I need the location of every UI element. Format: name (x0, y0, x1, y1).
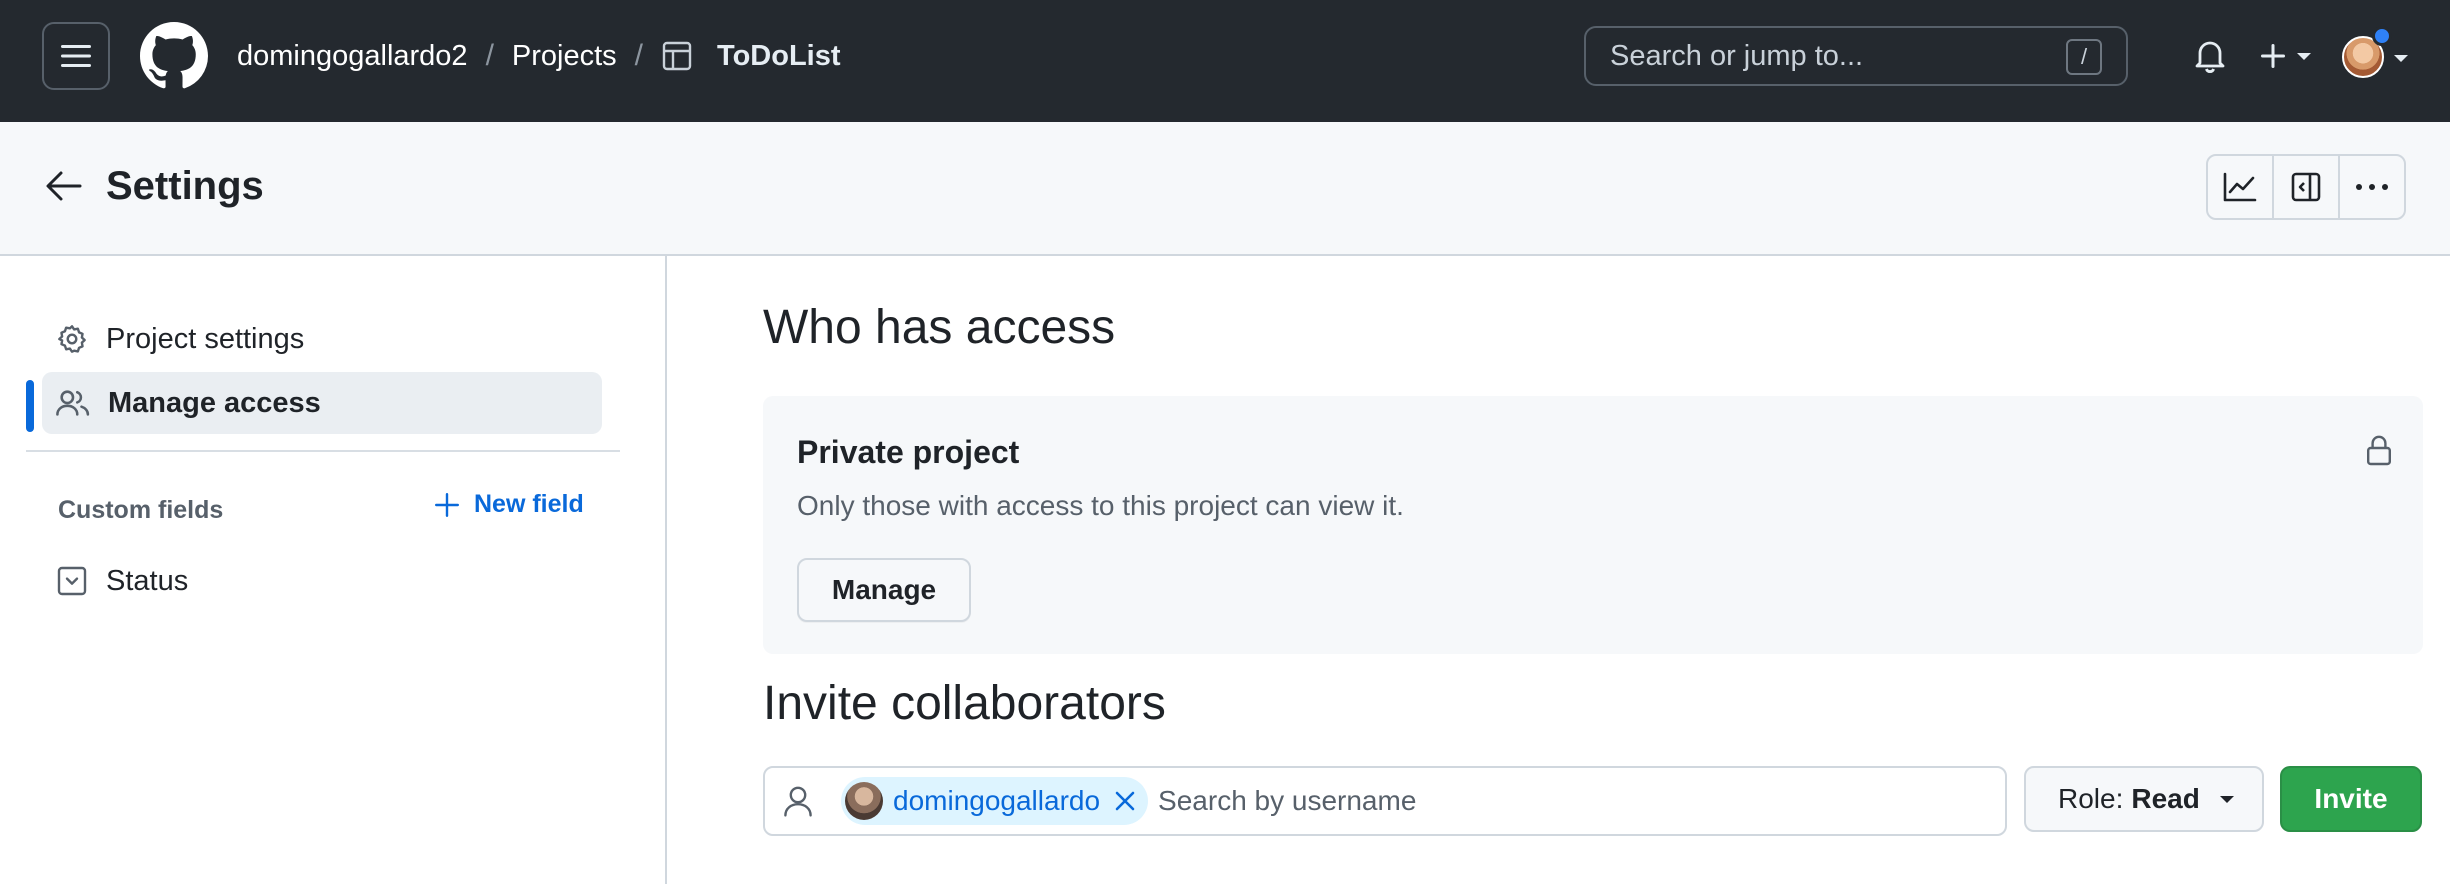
avatar (845, 782, 883, 820)
breadcrumb-separator: / (634, 39, 644, 72)
person-icon (784, 786, 812, 817)
new-field-label: New field (474, 490, 584, 518)
access-heading: Who has access (763, 301, 1116, 354)
role-select-button[interactable]: Role: Read (2024, 766, 2264, 832)
create-new-button[interactable] (2254, 34, 2318, 78)
visibility-title: Private project (797, 434, 1020, 470)
notifications-button[interactable] (2190, 34, 2230, 78)
sidebar-item-status-field[interactable]: Status (42, 550, 602, 612)
breadcrumb-separator: / (485, 39, 494, 72)
kebab-horizontal-icon (2356, 184, 2388, 190)
hamburger-icon (61, 45, 91, 67)
status-dot (2372, 26, 2392, 46)
sidebar-expand-icon (2291, 172, 2321, 202)
view-actions-group (2206, 154, 2406, 220)
chevron-down-icon (2218, 793, 2236, 805)
invite-collaborator-field[interactable]: domingogallardo (763, 766, 2007, 836)
people-icon (56, 390, 90, 416)
invite-button[interactable]: Invite (2280, 766, 2422, 832)
manage-button[interactable]: Manage (797, 558, 971, 622)
more-options-button[interactable] (2338, 156, 2404, 218)
github-logo-icon[interactable] (140, 22, 208, 90)
sidebar-item-label: Status (106, 564, 189, 597)
selected-user-chip: domingogallardo (841, 777, 1149, 825)
toggle-sidebar-button[interactable] (2272, 156, 2338, 218)
chevron-down-icon (2297, 53, 2311, 60)
search-shortcut-key: / (2066, 39, 2102, 75)
breadcrumb-owner[interactable]: domingogallardo2 (237, 40, 468, 73)
graph-icon (2223, 172, 2257, 202)
chevron-down-icon[interactable] (2392, 52, 2410, 64)
visibility-box: Private project Only those with access t… (763, 396, 2423, 654)
single-select-icon (57, 566, 87, 596)
page-title: Settings (106, 164, 264, 208)
breadcrumb-projects[interactable]: Projects (512, 40, 617, 73)
breadcrumb: domingogallardo2 / Projects / ToDoList (237, 0, 841, 112)
insights-button[interactable] (2208, 156, 2272, 218)
sidebar-divider (26, 450, 620, 452)
visibility-description: Only those with access to this project c… (797, 490, 1404, 521)
new-field-button[interactable]: New field (434, 490, 584, 519)
plus-icon (2261, 44, 2285, 68)
invite-heading: Invite collaborators (763, 677, 1166, 730)
global-header: domingogallardo2 / Projects / ToDoList S… (0, 0, 2450, 122)
arrow-left-icon[interactable] (44, 168, 84, 204)
active-indicator (26, 380, 34, 432)
sidebar-item-label: Project settings (106, 322, 305, 355)
username-search-input[interactable] (1158, 776, 2005, 826)
role-prefix: Role: (2058, 783, 2124, 814)
close-icon (1115, 791, 1135, 811)
table-icon (661, 40, 693, 72)
bell-icon (2195, 41, 2225, 73)
remove-chip-button[interactable] (1114, 790, 1136, 812)
sidebar-item-manage-access[interactable]: Manage access (42, 372, 602, 434)
settings-sidebar: Project settings Manage access Custom fi… (0, 256, 667, 884)
hamburger-menu-button[interactable] (42, 22, 110, 90)
plus-icon (435, 492, 459, 517)
chip-username: domingogallardo (893, 785, 1101, 816)
settings-header: Settings (0, 122, 2450, 256)
sidebar-item-project-settings[interactable]: Project settings (42, 308, 602, 370)
sidebar-item-label: Manage access (108, 386, 321, 419)
search-placeholder: Search or jump to... (1610, 39, 1864, 72)
custom-fields-heading: Custom fields (58, 496, 224, 524)
lock-icon (2367, 435, 2392, 466)
role-value: Read (2131, 783, 2200, 814)
gear-icon (58, 325, 86, 353)
breadcrumb-project-name[interactable]: ToDoList (717, 40, 841, 73)
global-search-input[interactable]: Search or jump to... / (1584, 26, 2128, 86)
